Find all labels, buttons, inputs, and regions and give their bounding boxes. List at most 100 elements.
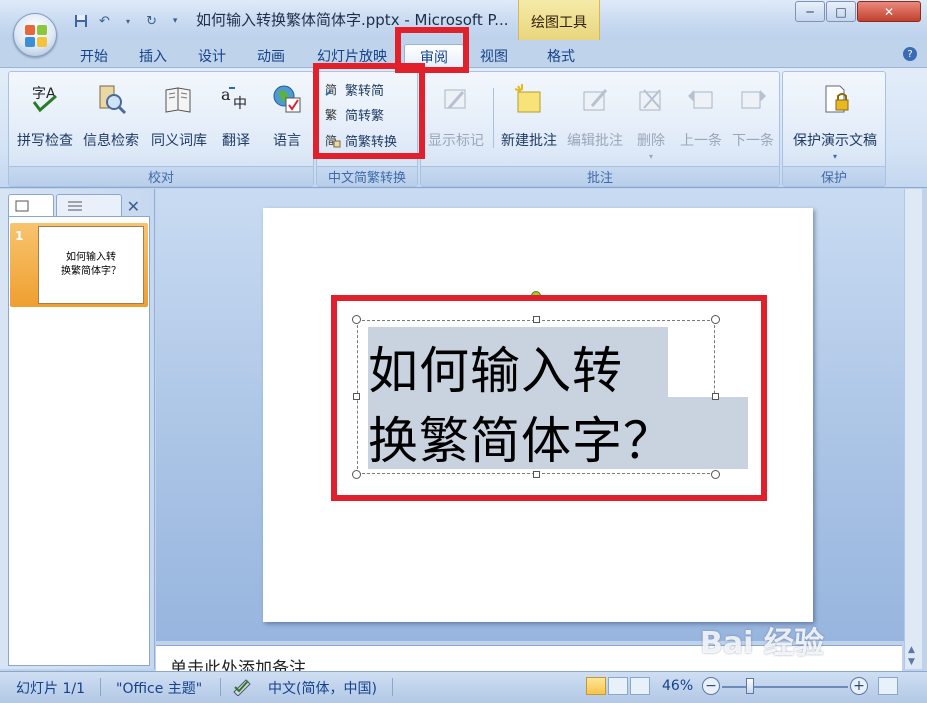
tab-outline[interactable]	[56, 194, 122, 216]
delete-dropdown-icon: ▾	[648, 152, 653, 161]
slide-number: 1	[15, 229, 24, 243]
tab-animations[interactable]: 动画	[243, 44, 299, 68]
language-icon	[270, 82, 304, 116]
group-comments-label: 批注	[421, 166, 779, 186]
help-icon[interactable]: ?	[903, 47, 917, 61]
group-comments: 显示标记 新建批注 编辑批注 删除 ▾ 上一条 下一条 批注	[420, 71, 780, 187]
tab-design[interactable]: 设计	[184, 44, 240, 68]
maximize-button[interactable]: □	[826, 1, 856, 22]
quick-access-toolbar: ↶ ▾ ↻ ▾	[64, 9, 184, 33]
simp-to-trad-button[interactable]: 繁 简转繁	[325, 103, 384, 125]
status-language[interactable]: 中文(简体，中国)	[268, 678, 377, 698]
dropdown-icon[interactable]: ▾	[119, 12, 137, 30]
slide-text-line-2[interactable]: 换繁简体字？	[368, 401, 674, 473]
status-separator	[100, 678, 101, 696]
research-label: 信息检索	[83, 133, 139, 149]
delete-comment-icon	[634, 82, 668, 116]
resize-handle-left[interactable]	[353, 393, 360, 400]
window-title: 如何输入转换繁体简体字.pptx - Microsoft P...	[196, 11, 509, 29]
trad-to-simp-button[interactable]: 简 繁转简	[325, 78, 384, 100]
svg-text:中: 中	[233, 96, 247, 112]
previous-comment-label: 上一条	[680, 133, 722, 149]
translate-button[interactable]: a中 翻译	[209, 78, 263, 158]
status-slide-count: 幻灯片 1/1	[16, 681, 85, 697]
group-protect-label: 保护	[783, 166, 885, 186]
resize-handle-top[interactable]	[533, 316, 540, 323]
selected-textbox[interactable]: 如何输入转 换繁简体字？	[352, 315, 748, 479]
status-theme: "Office 主题"	[116, 681, 203, 697]
previous-comment-button[interactable]: 上一条	[675, 78, 727, 158]
next-comment-button[interactable]: 下一条	[727, 78, 779, 158]
zoom-in-button[interactable]: +	[850, 677, 868, 695]
close-button[interactable]: ✕	[857, 1, 921, 22]
tab-home[interactable]: 开始	[66, 44, 122, 68]
save-icon[interactable]	[72, 12, 90, 30]
normal-view-button[interactable]	[586, 677, 606, 695]
resize-handle-tl[interactable]	[352, 315, 361, 324]
group-divider	[493, 88, 494, 148]
resize-handle-bl[interactable]	[352, 470, 361, 479]
new-comment-button[interactable]: 新建批注	[497, 78, 561, 158]
next-comment-label: 下一条	[732, 133, 774, 149]
new-comment-icon	[512, 82, 546, 116]
research-button[interactable]: 信息检索	[79, 78, 143, 158]
edit-comment-label: 编辑批注	[567, 133, 623, 149]
fit-to-window-button[interactable]	[878, 677, 898, 695]
protect-document-icon	[818, 82, 852, 116]
slides-pane-tabs: ✕	[8, 194, 150, 216]
office-button[interactable]	[13, 13, 57, 57]
show-markup-button[interactable]: 显示标记	[423, 78, 489, 158]
new-comment-label: 新建批注	[501, 133, 557, 149]
office-logo-icon	[25, 25, 47, 47]
translate-icon: a中	[219, 82, 253, 116]
thesaurus-button[interactable]: 同义词库	[147, 78, 211, 158]
group-chinese-conversion-label: 中文简繁转换	[317, 166, 417, 186]
vertical-scrollbar[interactable]: ▲ ▼	[904, 189, 922, 669]
minimize-button[interactable]: ─	[795, 1, 825, 22]
slides-pane: ✕ 1 如何输入转 换繁简体字？	[0, 189, 155, 669]
spelling-button[interactable]: 字A 拼写检查	[13, 78, 77, 158]
slide-sorter-view-button[interactable]	[608, 677, 628, 695]
delete-comment-button[interactable]: 删除 ▾	[629, 78, 673, 161]
zoom-slider[interactable]	[722, 686, 848, 688]
slide-thumbnail-selected[interactable]: 1 如何输入转 换繁简体字？	[10, 223, 148, 307]
redo-icon[interactable]: ↻	[143, 12, 161, 30]
language-button[interactable]: 语言	[261, 78, 313, 158]
trad-to-simp-label: 繁转简	[345, 83, 385, 99]
customize-qat-icon[interactable]: ▾	[166, 12, 184, 30]
slideshow-view-button[interactable]	[630, 677, 650, 695]
zoom-out-button[interactable]: −	[702, 677, 720, 695]
close-pane-icon[interactable]: ✕	[127, 197, 140, 216]
tab-review[interactable]: 审阅	[404, 44, 464, 68]
zoom-level[interactable]: 46%	[662, 678, 693, 694]
group-protect: 保护演示文稿 ▾ 保护	[782, 71, 886, 187]
show-markup-icon	[439, 82, 473, 116]
edit-comment-button[interactable]: 编辑批注	[563, 78, 627, 158]
resize-handle-bottom[interactable]	[533, 471, 540, 478]
tab-format[interactable]: 格式	[533, 44, 589, 68]
group-proofing: 字A 拼写检查 信息检索 同义词库 a中 翻译 语言 校对	[8, 71, 314, 187]
simp-to-trad-icon: 繁	[325, 106, 341, 122]
tab-slides[interactable]	[8, 194, 54, 216]
slide-editor: 如何输入转 换繁简体字？	[156, 189, 904, 641]
protect-presentation-button[interactable]: 保护演示文稿 ▾	[785, 78, 885, 161]
rotation-handle[interactable]	[531, 291, 541, 301]
undo-icon[interactable]: ↶	[96, 12, 114, 30]
resize-handle-right[interactable]	[712, 393, 719, 400]
next-comment-icon	[736, 82, 770, 116]
show-markup-label: 显示标记	[428, 133, 484, 149]
zoom-slider-thumb[interactable]	[746, 678, 754, 694]
spelling-icon: 字A	[28, 82, 62, 116]
slide-text-line-1[interactable]: 如何输入转	[368, 331, 623, 403]
status-separator	[220, 678, 221, 696]
resize-handle-tr[interactable]	[711, 315, 720, 324]
spellcheck-icon[interactable]	[232, 678, 252, 700]
edit-comment-icon	[578, 82, 612, 116]
group-chinese-conversion: 简 繁转简 繁 简转繁 简 简繁转换 中文简繁转换	[316, 71, 418, 187]
tab-insert[interactable]: 插入	[125, 44, 181, 68]
thumb-line-1: 如何输入转	[66, 252, 116, 263]
resize-handle-br[interactable]	[711, 470, 720, 479]
tab-view[interactable]: 视图	[466, 44, 522, 68]
chinese-conversion-button[interactable]: 简 简繁转换	[325, 129, 397, 151]
tab-slideshow[interactable]: 幻灯片放映	[306, 44, 398, 68]
